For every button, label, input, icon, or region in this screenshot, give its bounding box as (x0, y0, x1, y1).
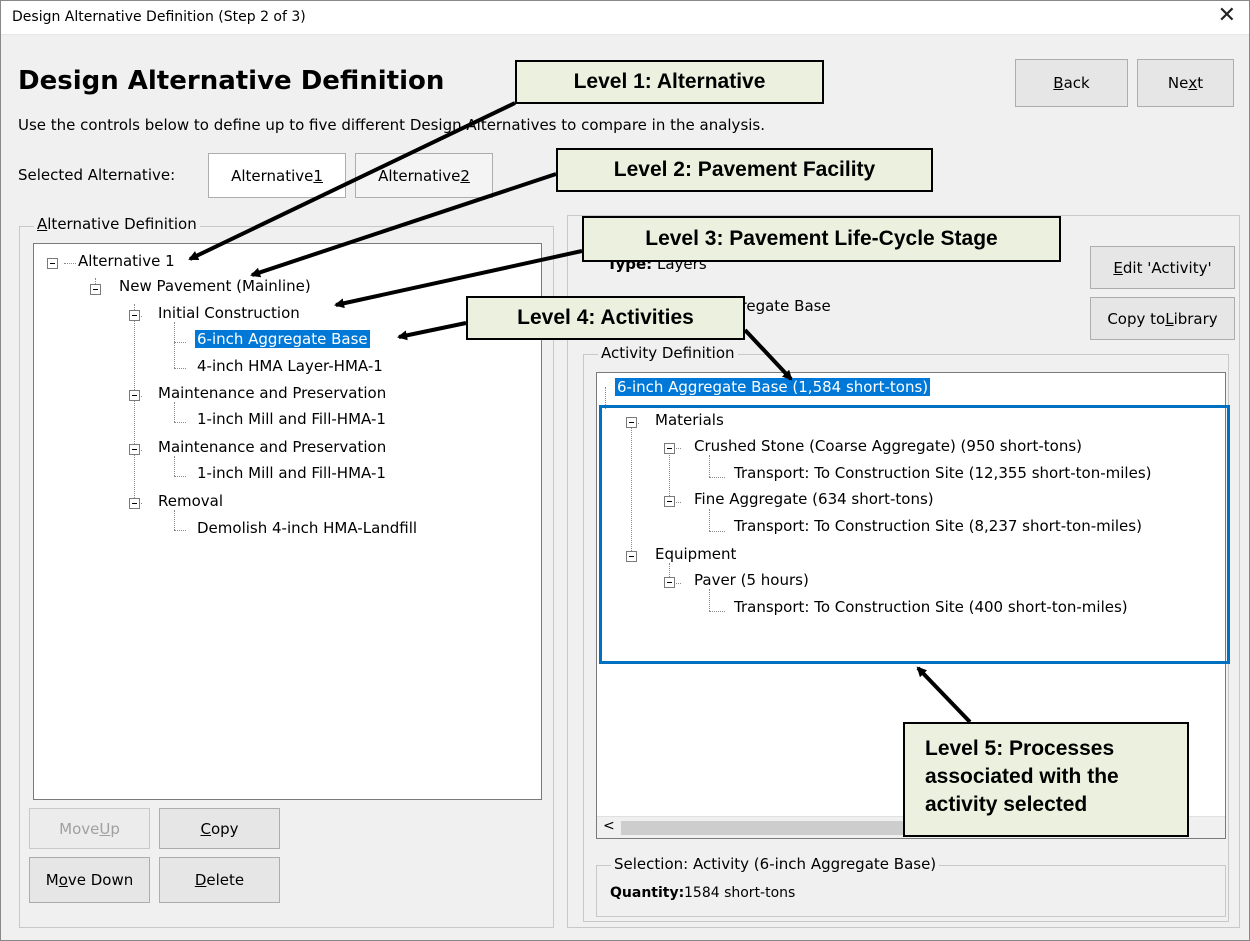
arrow-level1 (188, 101, 516, 261)
arrow-level2 (250, 172, 557, 278)
callout-level-3: Level 3: Pavement Life-Cycle Stage (582, 216, 1061, 262)
callout-level-2: Level 2: Pavement Facility (556, 148, 933, 192)
callout-level-4: Level 4: Activities (466, 296, 745, 340)
arrow-level4a (397, 321, 467, 341)
callout-level-1: Level 1: Alternative (515, 60, 824, 104)
callout-level-5: Level 5: Processes associated with the a… (903, 722, 1189, 837)
arrow-level4b (743, 328, 793, 381)
arrow-level5 (916, 666, 972, 724)
